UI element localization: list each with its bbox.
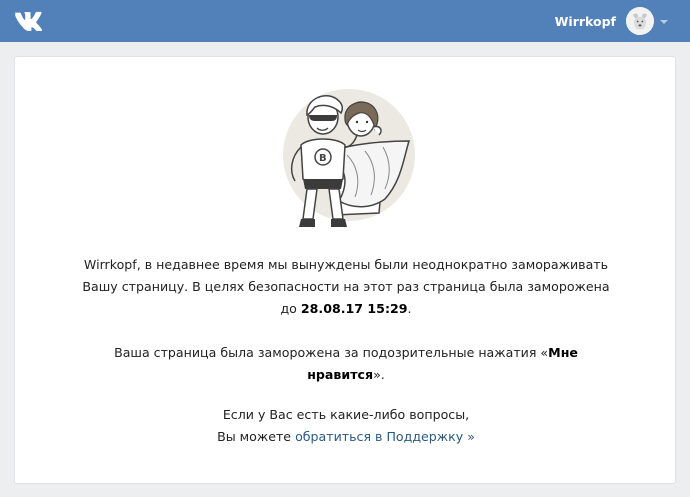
freeze-reason-text: Ваша страница была заморожена за подозри…	[114, 345, 549, 360]
freeze-until-date: 28.08.17 15:29	[300, 301, 408, 316]
top-bar: Wirrkopf	[0, 0, 690, 42]
support-link[interactable]: обратиться в Поддержку »	[295, 429, 475, 444]
support-paragraph: Если у Вас есть какие-либо вопросы, Вы м…	[75, 404, 617, 448]
vk-logo-icon[interactable]	[14, 0, 48, 42]
freeze-reason-paragraph: Ваша страница была заморожена за подозри…	[75, 342, 617, 386]
user-name[interactable]: Wirrkopf	[555, 14, 616, 29]
freeze-notice-paragraph: Wirrkopf, в недавнее время мы вынуждены …	[75, 254, 617, 320]
support-contact-prefix: Вы можете	[217, 429, 296, 444]
freeze-notice-end: .	[407, 301, 412, 316]
blocked-page-card: B Wirrkopf, в недавнее время мы вынужден…	[14, 56, 676, 484]
svg-text:B: B	[319, 153, 327, 164]
freeze-reason-end: ».	[373, 367, 385, 382]
dog-avatar-icon[interactable]	[626, 7, 654, 35]
support-contact-line: Вы можете обратиться в Поддержку »	[75, 426, 617, 448]
user-menu[interactable]: Wirrkopf	[555, 0, 668, 42]
superhero-couple-illustration: B	[277, 75, 417, 235]
support-question-line: Если у Вас есть какие-либо вопросы,	[222, 407, 470, 422]
chevron-down-icon[interactable]	[660, 20, 668, 24]
